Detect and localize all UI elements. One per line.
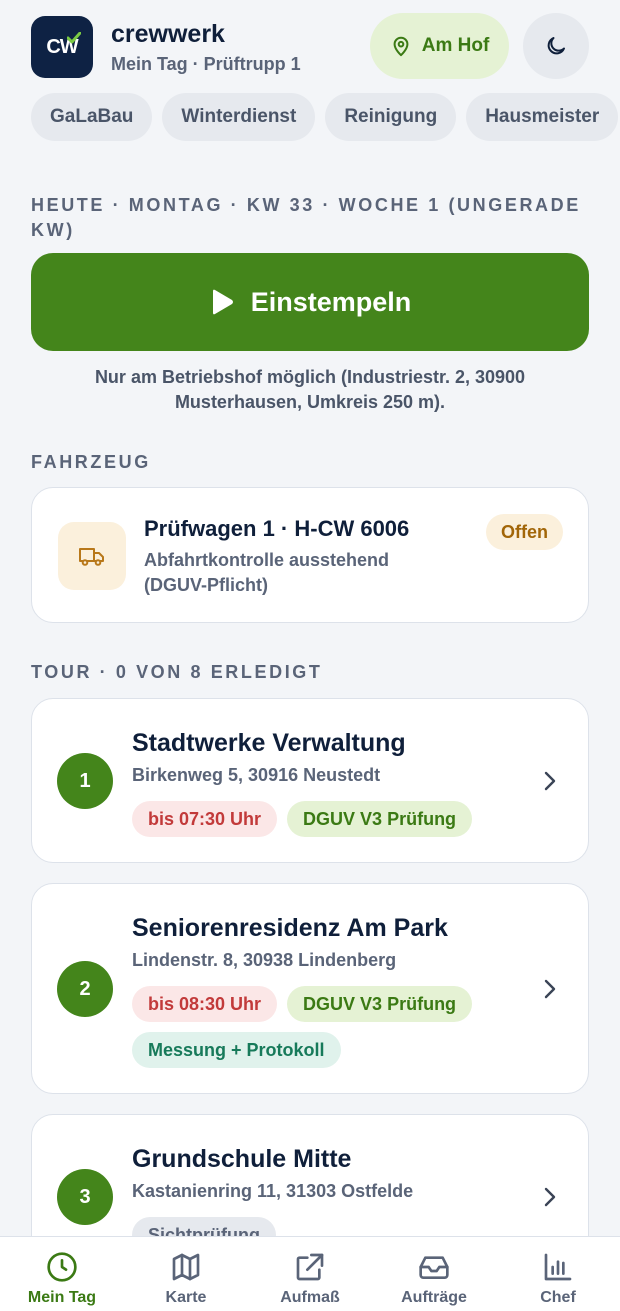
- stop-name: Stadtwerke Verwaltung: [132, 729, 406, 757]
- bottom-navigation: Mein Tag Karte Aufmaß Aufträge Chef: [0, 1236, 620, 1311]
- stop-number: 3: [57, 1169, 113, 1225]
- nav-label: Aufträge: [401, 1289, 467, 1306]
- service-tag: Messung + Protokoll: [132, 1032, 341, 1068]
- moon-icon: [547, 37, 565, 55]
- clock-in-label: Einstempeln: [250, 286, 412, 317]
- page-subtitle: Mein Tag · Prüftrupp 1: [111, 54, 301, 74]
- clock-in-note: Nur am Betriebshof möglich (Industriestr…: [94, 367, 526, 412]
- external-edit-icon: [296, 1253, 324, 1281]
- stop-tags: bis 07:30 Uhr DGUV V3 Prüfung: [132, 801, 552, 837]
- category-pill[interactable]: Hausmeister: [466, 93, 619, 141]
- vehicle-icon-box: [58, 522, 126, 590]
- inbox-icon: [419, 1256, 449, 1279]
- deadline-tag: bis 08:30 Uhr: [132, 986, 278, 1022]
- clock-icon: [47, 1252, 77, 1282]
- truck-icon: [79, 548, 104, 566]
- map-icon: [172, 1253, 200, 1281]
- tour-section-label: TOUR · 0 VON 8 ERLEDIGT: [31, 662, 323, 682]
- check-icon: [67, 32, 81, 44]
- nav-label: Aufmaß: [280, 1289, 340, 1306]
- service-tag: DGUV V3 Prüfung: [287, 986, 473, 1022]
- category-filter: GaLaBau Winterdienst Reinigung Hausmeist…: [31, 93, 619, 141]
- chevron-right-icon: [544, 979, 556, 999]
- stop-tags: bis 08:30 Uhr DGUV V3 Prüfung Messung + …: [132, 986, 552, 1068]
- vehicle-description: Abfahrtkontrolle ausstehend (DGUV-Pflich…: [144, 550, 390, 595]
- bar-chart-icon: [544, 1253, 572, 1281]
- category-pill[interactable]: Winterdienst: [162, 93, 316, 141]
- play-icon: [212, 289, 233, 315]
- app-header: CW crewwerk Mein Tag · Prüftrupp 1 Am Ho…: [0, 0, 620, 90]
- vehicle-card[interactable]: Prüfwagen 1 · H-CW 6006 Abfahrtkontrolle…: [31, 487, 589, 623]
- stop-name: Seniorenresidenz Am Park: [132, 914, 448, 942]
- nav-item-auftraege[interactable]: Aufträge: [372, 1237, 496, 1311]
- nav-label: Chef: [540, 1289, 576, 1306]
- category-pill[interactable]: GaLaBau: [31, 93, 153, 141]
- status-badge: Offen: [486, 514, 563, 550]
- nav-item-chef[interactable]: Chef: [496, 1237, 620, 1311]
- nav-label: Karte: [165, 1289, 207, 1306]
- stop-name: Grundschule Mitte: [132, 1145, 352, 1173]
- chevron-right-icon: [544, 771, 556, 791]
- nav-label: Mein Tag: [27, 1289, 97, 1306]
- vehicle-section-label: FAHRZEUG: [31, 452, 151, 472]
- nav-item-aufmass[interactable]: Aufmaß: [248, 1237, 372, 1311]
- category-pill[interactable]: Reinigung: [325, 93, 457, 141]
- nav-item-karte[interactable]: Karte: [124, 1237, 248, 1311]
- tour-stop-card[interactable]: 1 Stadtwerke Verwaltung Birkenweg 5, 309…: [31, 698, 589, 863]
- theme-toggle-button[interactable]: [523, 13, 589, 79]
- clock-in-button[interactable]: Einstempeln: [31, 253, 589, 351]
- brand-name: crewwerk: [111, 20, 225, 48]
- today-label: HEUTE · MONTAG · KW 33 · WOCHE 1 (UNGERA…: [31, 195, 581, 240]
- stop-address: Birkenweg 5, 30916 Neustedt: [132, 765, 381, 785]
- app-logo: CW: [31, 16, 93, 78]
- stop-address: Lindenstr. 8, 30938 Lindenberg: [132, 950, 397, 970]
- stop-address: Kastanienring 11, 31303 Ostfelde: [132, 1181, 414, 1201]
- tour-stop-card[interactable]: 2 Seniorenresidenz Am Park Lindenstr. 8,…: [31, 883, 589, 1094]
- nav-item-mein-tag[interactable]: Mein Tag: [0, 1237, 124, 1311]
- stop-number: 2: [57, 961, 113, 1017]
- vehicle-title: Prüfwagen 1 · H-CW 6006: [144, 516, 410, 541]
- location-pin-icon: [393, 36, 409, 57]
- location-status-button[interactable]: Am Hof: [370, 13, 509, 79]
- chevron-right-icon: [544, 1187, 556, 1207]
- deadline-tag: bis 07:30 Uhr: [132, 801, 278, 837]
- location-status-label: Am Hof: [421, 35, 490, 56]
- stop-number: 1: [57, 753, 113, 809]
- service-tag: DGUV V3 Prüfung: [287, 801, 473, 837]
